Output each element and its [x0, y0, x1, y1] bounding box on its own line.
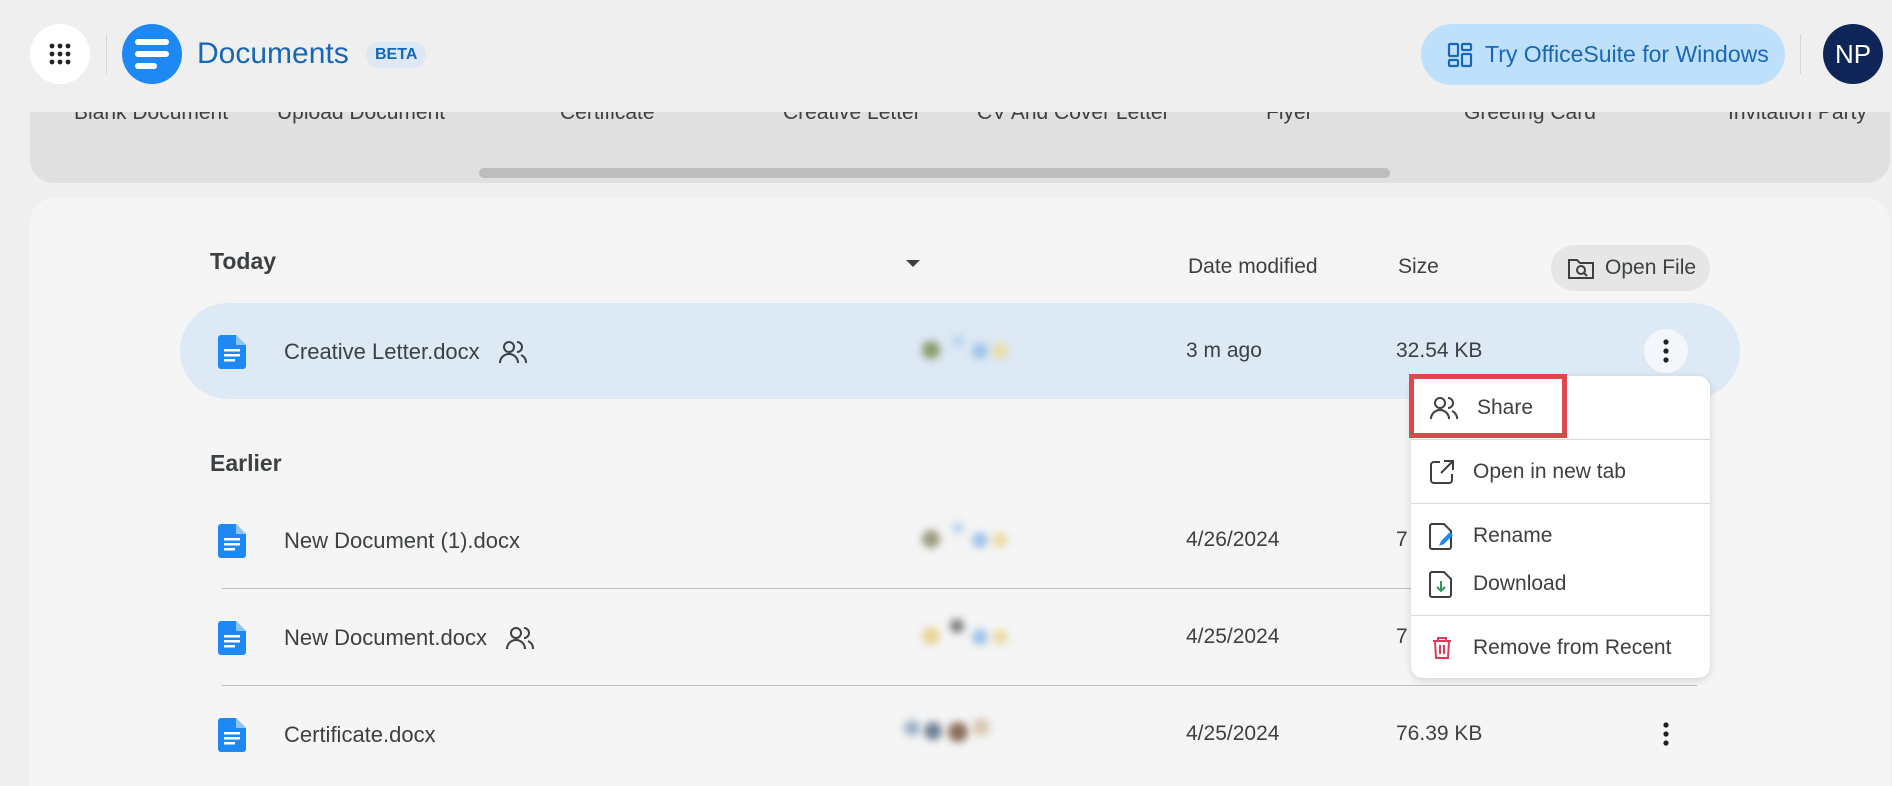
header-divider: [106, 34, 107, 74]
menu-rename-label: Rename: [1473, 524, 1553, 547]
file-name: New Document (1).docx: [284, 528, 520, 553]
try-officesuite-label: Try OfficeSuite for Windows: [1485, 41, 1769, 67]
menu-divider: [1411, 439, 1710, 440]
more-options-button[interactable]: [1644, 712, 1688, 756]
try-officesuite-button[interactable]: Try OfficeSuite for Windows: [1421, 24, 1785, 85]
sort-dropdown-icon[interactable]: [906, 260, 920, 267]
documents-logo[interactable]: [122, 24, 182, 84]
docx-file-icon: [218, 524, 246, 558]
menu-open-new-tab-label: Open in new tab: [1473, 460, 1626, 483]
section-earlier: Earlier: [210, 450, 282, 476]
open-file-button[interactable]: Open File: [1551, 245, 1710, 291]
docx-file-icon: [218, 718, 246, 752]
rename-file-icon: [1429, 523, 1453, 550]
file-size: 76.39 KB: [1396, 722, 1483, 745]
shared-users-icon: [499, 341, 527, 364]
collaborator-avatars: [912, 335, 1032, 365]
menu-share-label: Share: [1477, 396, 1534, 419]
menu-remove-from-recent[interactable]: Remove from Recent: [1411, 624, 1710, 672]
app-header: Documents BETA Try OfficeSuite for Windo…: [0, 0, 1892, 112]
external-link-icon: [1430, 460, 1454, 484]
download-file-icon: [1429, 571, 1452, 598]
menu-share[interactable]: Share: [1411, 384, 1710, 432]
date-modified: 3 m ago: [1186, 339, 1262, 362]
column-date-modified[interactable]: Date modified: [1188, 255, 1318, 279]
user-avatar[interactable]: NP: [1823, 24, 1883, 84]
menu-rename[interactable]: Rename: [1411, 512, 1710, 560]
apps-grid-button[interactable]: [30, 24, 90, 84]
section-today: Today: [210, 248, 277, 274]
collaborator-avatars: [912, 522, 1032, 552]
file-name: New Document.docx: [284, 625, 487, 650]
app-title: Documents: [197, 37, 349, 70]
more-options-button[interactable]: [1644, 329, 1688, 373]
trash-icon: [1433, 637, 1451, 659]
collaborator-avatars: [912, 619, 1032, 649]
menu-open-new-tab[interactable]: Open in new tab: [1411, 448, 1710, 496]
share-users-icon: [1430, 397, 1458, 420]
shared-users-icon: [506, 627, 534, 650]
docx-file-icon: [218, 335, 246, 369]
more-vertical-icon: [1663, 339, 1669, 363]
menu-divider: [1411, 615, 1710, 616]
menu-download-label: Download: [1473, 572, 1567, 595]
date-modified: 4/25/2024: [1186, 722, 1280, 745]
file-name: Certificate.docx: [284, 722, 436, 747]
open-file-label: Open File: [1605, 256, 1697, 279]
file-size: 7: [1396, 625, 1408, 648]
beta-badge: BETA: [366, 42, 427, 68]
menu-remove-label: Remove from Recent: [1473, 636, 1672, 659]
templates-scrollbar[interactable]: [479, 168, 1390, 178]
apps-grid-icon: [49, 43, 71, 65]
file-context-menu: Share Open in new tab Rename Download Re…: [1411, 376, 1710, 678]
column-size[interactable]: Size: [1398, 255, 1439, 279]
date-modified: 4/26/2024: [1186, 528, 1280, 551]
file-size: 7: [1396, 528, 1408, 551]
header-divider-right: [1800, 34, 1801, 74]
date-modified: 4/25/2024: [1186, 625, 1280, 648]
collaborator-avatars: [900, 714, 1020, 744]
folder-search-icon: [1568, 259, 1594, 279]
documents-logo-icon: [135, 39, 169, 69]
file-row-certificate[interactable]: Certificate.docx 4/25/2024 76.39 KB: [180, 686, 1740, 782]
more-vertical-icon: [1663, 722, 1669, 746]
file-name: Creative Letter.docx: [284, 339, 480, 364]
file-size: 32.54 KB: [1396, 339, 1483, 362]
docx-file-icon: [218, 621, 246, 655]
menu-download[interactable]: Download: [1411, 560, 1710, 608]
menu-divider: [1411, 503, 1710, 504]
windows-layout-icon: [1447, 42, 1473, 67]
